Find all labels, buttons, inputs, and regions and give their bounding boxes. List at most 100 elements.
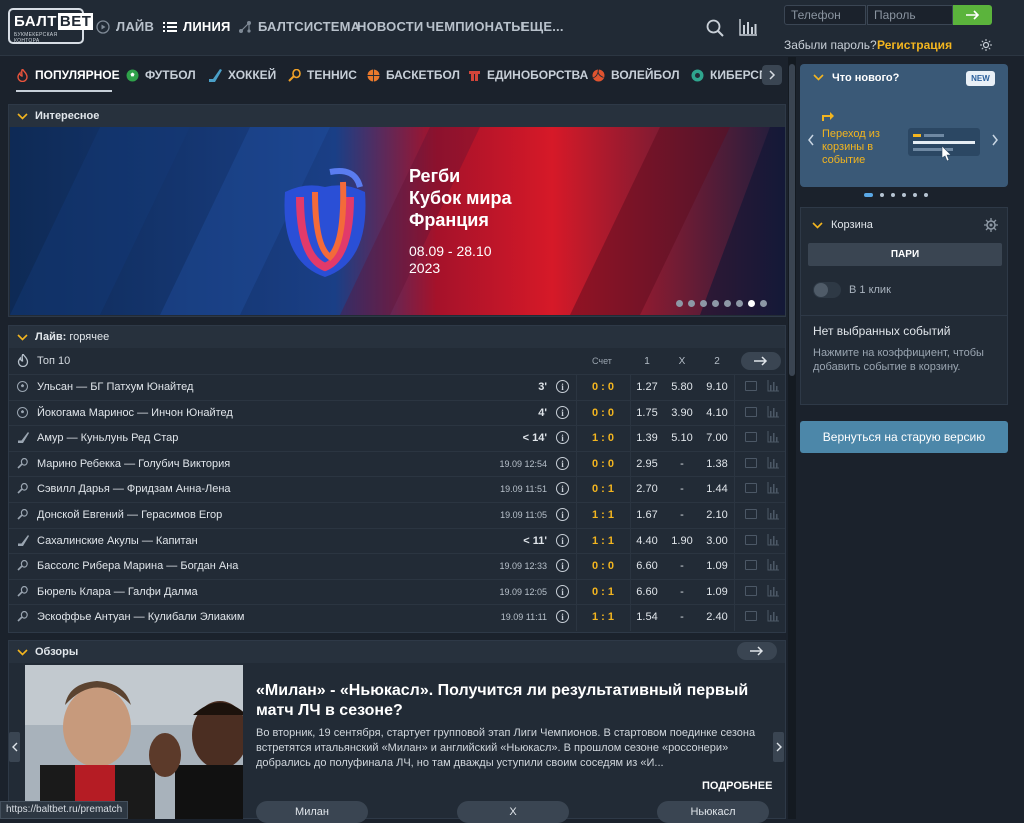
odd-2[interactable]: 3.00 xyxy=(700,535,734,547)
odd-1[interactable]: 1.39 xyxy=(630,432,664,444)
scrollbar-thumb[interactable] xyxy=(789,64,795,376)
match-name[interactable]: Сахалинские Акулы — Капитан xyxy=(37,535,198,547)
info-icon[interactable]: i xyxy=(556,431,569,445)
promo-banner[interactable]: Регби Кубок мира Франция 08.09 - 28.10 2… xyxy=(10,127,785,315)
odd-2[interactable]: 1.44 xyxy=(700,483,734,495)
stats-icon[interactable] xyxy=(767,533,779,546)
theme-sun-icon[interactable] xyxy=(980,39,992,51)
odd-1[interactable]: 1.67 xyxy=(630,509,664,521)
info-icon[interactable]: i xyxy=(556,380,569,393)
odd-2[interactable]: 1.09 xyxy=(700,560,734,572)
tab-tennis[interactable]: ТЕННИС xyxy=(288,68,357,82)
tab-popular[interactable]: ПОПУЛЯРНОЕ xyxy=(16,68,120,82)
odd-2[interactable]: 2.10 xyxy=(700,509,734,521)
tv-icon[interactable] xyxy=(745,611,757,622)
stats-icon[interactable] xyxy=(767,456,779,469)
info-icon[interactable]: i xyxy=(556,456,569,470)
tv-icon[interactable] xyxy=(745,432,757,443)
tab-pari[interactable]: ПАРИ xyxy=(808,243,1002,266)
review-photo[interactable] xyxy=(25,665,243,819)
match-row[interactable]: Донской Евгений — Герасимов Егор 19.09 11… xyxy=(9,502,785,527)
info-icon[interactable]: i xyxy=(556,610,569,624)
odd-2[interactable]: 1.38 xyxy=(700,458,734,470)
whats-new-dot[interactable] xyxy=(924,193,928,197)
bet-draw-button[interactable]: X xyxy=(457,801,569,823)
match-row[interactable]: Бюрель Клара — Галфи Далма 19.09 12:05 i 0 … xyxy=(9,578,785,604)
whats-new-text[interactable]: Переход из корзины в событие xyxy=(822,128,902,167)
password-input[interactable]: Пароль xyxy=(867,5,953,25)
odd-x[interactable]: 3.90 xyxy=(665,407,699,419)
live-more-button[interactable] xyxy=(741,352,781,370)
match-row[interactable]: Марино Ребекка — Голубич Виктория 19.09 1… xyxy=(9,450,785,476)
review-more-link[interactable]: ПОДРОБНЕЕ xyxy=(702,780,772,792)
tv-icon[interactable] xyxy=(745,381,757,391)
info-icon[interactable]: i xyxy=(556,482,569,496)
info-icon[interactable]: i xyxy=(556,584,569,598)
whats-new-dot[interactable] xyxy=(891,193,895,197)
banner-dot[interactable] xyxy=(700,300,707,307)
nav-baltsystem[interactable]: БАЛТСИСТЕМА xyxy=(238,19,360,34)
nav-line[interactable]: ЛИНИЯ xyxy=(163,19,231,34)
one-click-toggle[interactable] xyxy=(813,282,841,298)
tv-icon[interactable] xyxy=(745,406,757,417)
match-name[interactable]: Сэвилл Дарья — Фридзам Анна-Лена xyxy=(37,483,231,495)
tv-icon[interactable] xyxy=(745,483,757,494)
odd-1[interactable]: 6.60 xyxy=(630,586,664,598)
chevron-down-icon[interactable] xyxy=(812,222,823,229)
interesting-header[interactable]: Интересное xyxy=(9,105,785,127)
phone-input[interactable]: Телефон xyxy=(784,5,866,25)
forgot-password-link[interactable]: Забыли пароль? xyxy=(784,38,877,52)
match-row[interactable]: Ульсан — БГ Патхум Юнайтед 3' i 0 : 0 1.27 5.… xyxy=(9,374,785,399)
match-row[interactable]: Сахалинские Акулы — Капитан < 11' i 1 : 1 4.… xyxy=(9,527,785,553)
match-name[interactable]: Ульсан — БГ Патхум Юнайтед xyxy=(37,381,193,393)
tab-hockey[interactable]: ХОККЕЙ xyxy=(208,68,276,82)
odd-1[interactable]: 1.54 xyxy=(630,611,664,623)
stats-icon[interactable] xyxy=(767,508,779,520)
info-icon[interactable]: i xyxy=(556,405,569,419)
match-row[interactable]: Бассолс Рибера Марина — Богдан Ана 19.09 … xyxy=(9,553,785,578)
bet-home-button[interactable]: Милан xyxy=(256,801,368,823)
banner-dot[interactable] xyxy=(748,300,755,307)
odd-2[interactable]: 4.10 xyxy=(700,407,734,419)
stats-icon[interactable] xyxy=(767,405,779,418)
tab-football[interactable]: ФУТБОЛ xyxy=(126,68,196,82)
gear-icon[interactable] xyxy=(984,218,998,232)
stats-icon[interactable] xyxy=(767,431,779,443)
banner-dot[interactable] xyxy=(724,300,731,307)
info-icon[interactable]: i xyxy=(556,508,569,521)
match-name[interactable]: Бассолс Рибера Марина — Богдан Ана xyxy=(37,560,238,572)
tv-icon[interactable] xyxy=(745,457,757,468)
chevron-left-icon[interactable] xyxy=(807,134,815,146)
odd-x[interactable]: - xyxy=(665,586,699,598)
banner-dot[interactable] xyxy=(736,300,743,307)
old-version-button[interactable]: Вернуться на старую версию xyxy=(800,421,1008,453)
odd-x[interactable]: - xyxy=(665,509,699,521)
odd-1[interactable]: 6.60 xyxy=(630,560,664,572)
odd-1[interactable]: 2.95 xyxy=(630,458,664,470)
chevron-right-icon[interactable] xyxy=(991,134,999,146)
banner-dot[interactable] xyxy=(676,300,683,307)
odd-x[interactable]: 5.80 xyxy=(665,381,699,393)
logo[interactable]: БАЛТ BET БУКМЕКЕРСКАЯ КОНТОРА xyxy=(8,8,94,44)
match-row[interactable]: Йокогама Маринос — Инчон Юнайтед 4' i 0 : 0… xyxy=(9,399,785,425)
match-name[interactable]: Амур — Куньлунь Ред Стар xyxy=(37,432,178,444)
odd-1[interactable]: 1.27 xyxy=(630,381,664,393)
tab-basketball[interactable]: БАСКЕТБОЛ xyxy=(367,68,460,82)
reviews-prev-button[interactable] xyxy=(9,732,20,762)
reviews-header[interactable]: Обзоры xyxy=(9,641,785,663)
search-icon[interactable] xyxy=(706,19,724,37)
tv-icon[interactable] xyxy=(745,534,757,545)
whats-new-dot[interactable] xyxy=(902,193,906,197)
bet-away-button[interactable]: Ньюкасл xyxy=(657,801,769,823)
stats-icon[interactable] xyxy=(767,559,779,571)
nav-more[interactable]: ЕЩЕ... xyxy=(521,19,564,34)
tv-icon[interactable] xyxy=(745,585,757,596)
stats-icon[interactable] xyxy=(739,19,757,36)
odd-x[interactable]: - xyxy=(665,458,699,470)
odd-x[interactable]: 1.90 xyxy=(665,535,699,547)
match-name[interactable]: Марино Ребекка — Голубич Виктория xyxy=(37,458,230,470)
whats-new-dot[interactable] xyxy=(913,193,917,197)
live-header[interactable]: Лайв: горячее xyxy=(9,326,785,348)
tabs-scroll-right-button[interactable] xyxy=(762,65,782,85)
chevron-down-icon[interactable] xyxy=(813,74,824,81)
